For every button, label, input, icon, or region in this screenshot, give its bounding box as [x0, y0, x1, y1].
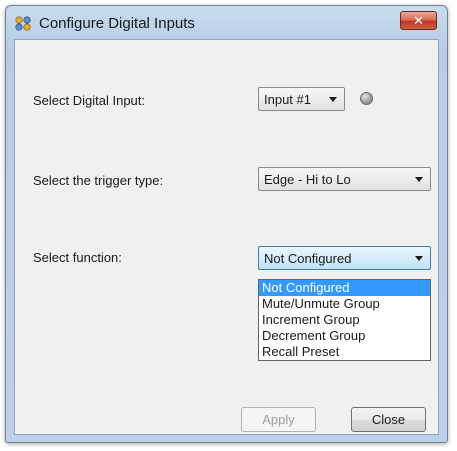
dialog-body: Select Digital Input: Input #1 Select th…: [14, 39, 439, 435]
apply-button[interactable]: Apply: [241, 407, 316, 432]
digital-input-select[interactable]: Input #1: [258, 87, 345, 111]
trigger-type-value: Edge - Hi to Lo: [264, 172, 351, 187]
dropdown-option-mute-unmute-group[interactable]: Mute/Unmute Group: [259, 296, 430, 312]
digital-input-label: Select Digital Input:: [33, 93, 146, 108]
title-bar[interactable]: Configure Digital Inputs ✕: [6, 6, 447, 40]
dialog-window: Configure Digital Inputs ✕ Select Digita…: [5, 5, 448, 443]
chevron-down-icon: [329, 97, 337, 102]
close-icon[interactable]: ✕: [413, 13, 424, 28]
digital-input-value: Input #1: [264, 92, 311, 107]
trigger-type-label: Select the trigger type:: [33, 173, 164, 188]
close-button[interactable]: Close: [351, 407, 426, 432]
function-value: Not Configured: [264, 251, 352, 266]
function-dropdown-list[interactable]: Not Configured Mute/Unmute Group Increme…: [258, 279, 431, 361]
chevron-down-icon: [415, 177, 423, 182]
function-select[interactable]: Not Configured: [258, 246, 431, 270]
window-title: Configure Digital Inputs: [39, 15, 195, 32]
dropdown-option-recall-preset[interactable]: Recall Preset: [259, 344, 430, 360]
dropdown-option-not-configured[interactable]: Not Configured: [259, 280, 430, 296]
app-icon: [15, 16, 31, 31]
close-window-button[interactable]: ✕: [400, 11, 437, 30]
trigger-type-select[interactable]: Edge - Hi to Lo: [258, 167, 431, 191]
chevron-down-icon: [415, 256, 423, 261]
dropdown-option-decrement-group[interactable]: Decrement Group: [259, 328, 430, 344]
dropdown-option-increment-group[interactable]: Increment Group: [259, 312, 430, 328]
status-led-icon: [360, 92, 373, 105]
function-label: Select function:: [33, 250, 122, 265]
